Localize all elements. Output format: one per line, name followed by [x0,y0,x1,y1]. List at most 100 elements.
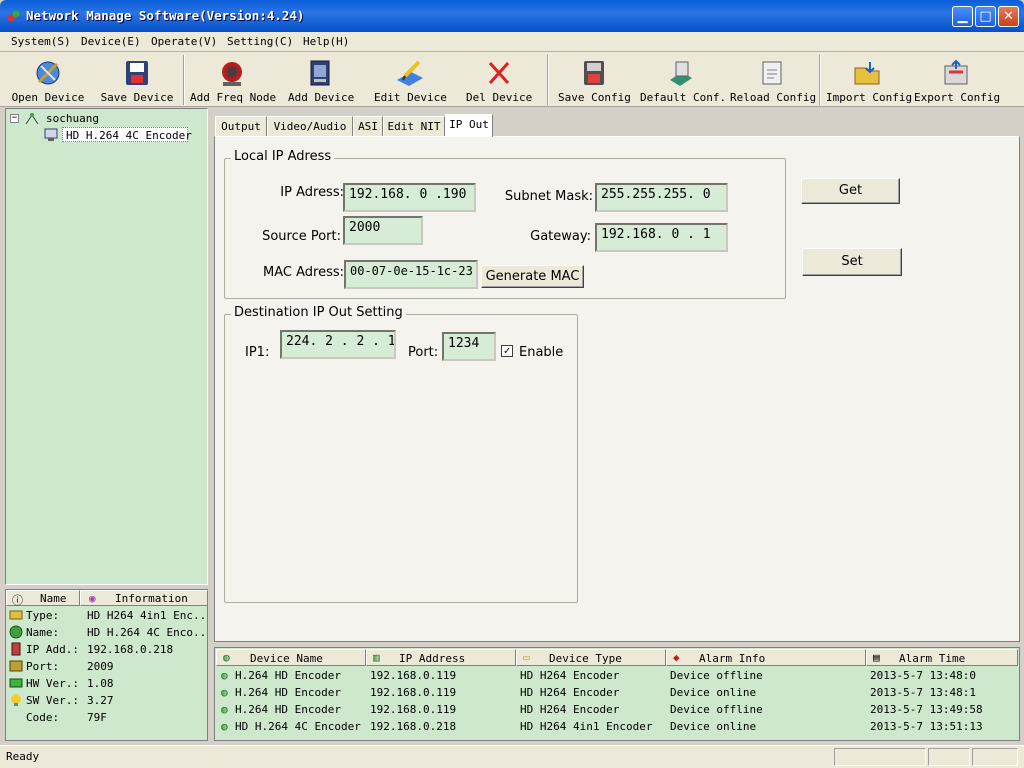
status-text: Ready [6,750,40,763]
tree-collapse-toggle[interactable]: − [10,114,19,123]
set-button[interactable]: Set [802,248,902,276]
source-port-field[interactable]: 2000 [343,216,423,245]
encoder-icon [44,128,60,142]
add-freq-node-button[interactable]: Add Freq Node [190,56,276,104]
destination-ip-group: Destination IP Out Setting IP1: 224. 2 .… [224,305,578,603]
source-port-label: Source Port: [262,229,341,244]
device-row-icon: ◍ [221,720,228,733]
gateway-field[interactable]: 192.168. 0 . 1 [595,223,728,252]
edit-device-button[interactable]: Edit Device [374,56,447,104]
status-bar: Ready [0,745,1024,768]
alarm-row[interactable]: ◍ H.264 HD Encoder 192.168.0.119 HD H264… [215,667,1019,684]
minimize-icon: ▁ [957,9,968,24]
tab-output[interactable]: Output [215,116,267,137]
tree-device-node[interactable]: HD H.264 4C Encoder [62,127,192,142]
alarm-row[interactable]: ◍ HD H.264 4C Encoder 192.168.0.218 HD H… [215,718,1019,735]
info-row-hw: HW Ver.: 1.08 [6,675,207,692]
generate-mac-button[interactable]: Generate MAC [481,265,584,288]
maximize-icon: □ [979,9,992,24]
info-row-code: Code: 79F [26,711,107,724]
enable-checkbox[interactable]: ✓ [501,345,513,357]
save-config-button[interactable]: Save Config [558,56,631,104]
minimize-button[interactable]: ▁ [952,6,973,27]
tab-edit-nit[interactable]: Edit NIT [383,116,445,137]
mac-address-label: MAC Adress: [263,265,344,280]
device-name-header-icon: ◍ [223,651,230,664]
local-ip-group: Local IP Adress IP Adress: 192.168. 0 .1… [224,149,786,299]
status-pane [928,748,970,766]
dest-port-field[interactable]: 1234 [442,332,496,361]
save-device-label: Save Device [100,91,174,104]
info-header-icon: ⓘ [12,594,23,607]
ip1-label: IP1: [245,345,270,360]
status-pane [834,748,926,766]
device-row-icon: ◍ [221,686,228,699]
info-header-information[interactable]: ◉ Information [80,590,208,606]
maximize-button[interactable]: □ [975,6,996,27]
save-device-button[interactable]: Save Device [100,56,174,104]
menu-setting[interactable]: Setting(C) [227,35,293,48]
menu-bar: System(S) Device(E) Operate(V) Setting(C… [0,32,1024,52]
add-device-button[interactable]: Add Device [288,56,354,104]
ip1-field[interactable]: 224. 2 . 2 . 1 [280,330,396,359]
export-config-button[interactable]: Export Config [914,56,1001,104]
close-button[interactable]: ✕ [998,6,1019,27]
subnet-mask-field[interactable]: 255.255.255. 0 [595,183,728,212]
info-row-ip: IP Add.: 192.168.0.218 [6,641,207,658]
menu-system[interactable]: System(S) [11,35,71,48]
del-device-button[interactable]: Del Device [466,56,532,104]
close-icon: ✕ [1003,9,1014,24]
get-button[interactable]: Get [801,178,900,204]
alarm-header-device-type[interactable]: ▭ Device Type [516,649,666,666]
alarm-list[interactable]: ◍ Device Name ▥ IP Address ▭ Device Type ◆ A… [214,647,1020,741]
info-row-type: Type: HD H264 4in1 Enc... [6,607,207,624]
ip-address-field[interactable]: 192.168. 0 .190 [343,183,476,212]
hw-icon [9,676,23,690]
menu-operate[interactable]: Operate(V) [151,35,217,48]
port-icon [9,659,23,673]
edit-device-icon [395,58,425,88]
checkmark-icon: ✓ [503,344,511,357]
device-tree[interactable]: − sochuang HD H.264 4C Encoder [5,108,208,585]
alarm-row[interactable]: ◍ H.264 HD Encoder 192.168.0.119 HD H264… [215,684,1019,701]
info-header-name[interactable]: ⓘ Name [6,590,80,607]
title-bar[interactable]: Network Manage Software(Version:4.24) ▁ … [0,0,1024,32]
menu-device[interactable]: Device(E) [81,35,141,48]
alarm-header-ip-address[interactable]: ▥ IP Address [366,649,516,666]
dest-port-label: Port: [408,345,439,360]
add-freq-node-icon [217,58,247,88]
toolbar-separator [547,55,549,105]
tab-strip: Output Video/Audio ASI Edit NIT IP Out [214,113,1020,137]
tab-video-audio[interactable]: Video/Audio [267,116,353,137]
info-row-name: Name: HD H.264 4C Enco... [6,624,207,641]
alarm-row[interactable]: ◍ H.264 HD Encoder 192.168.0.119 HD H264… [215,701,1019,718]
export-config-label: Export Config [914,91,1001,104]
default-conf-label: Default Conf. [640,91,727,104]
tree-root-node[interactable]: sochuang [46,112,99,125]
import-config-button[interactable]: Import Config [826,56,912,104]
export-config-icon [941,58,971,88]
device-type-header-icon: ▭ [523,651,530,664]
alarm-header-alarm-time[interactable]: ▤ Alarm Time [866,649,1018,666]
import-config-icon [852,58,882,88]
enable-label: Enable [519,345,564,360]
reload-config-label: Reload Config [730,91,817,104]
open-device-button[interactable]: Open Device [10,56,86,104]
clock-icon: ▤ [873,651,880,664]
alarm-header-alarm-info[interactable]: ◆ Alarm Info [666,649,866,666]
tab-asi[interactable]: ASI [353,116,383,137]
alarm-header-device-name[interactable]: ◍ Device Name [216,649,366,666]
device-row-icon: ◍ [221,669,228,682]
status-pane [972,748,1018,766]
default-conf-button[interactable]: Default Conf. [640,56,727,104]
toolbar-separator [819,55,821,105]
mac-address-field[interactable]: 00-07-0e-15-1c-23 [344,260,478,289]
tab-ip-out[interactable]: IP Out [445,114,493,137]
del-device-label: Del Device [466,91,533,104]
ip-out-page: Local IP Adress IP Adress: 192.168. 0 .1… [214,136,1020,642]
ip-header-icon: ▥ [373,651,380,664]
name-icon [9,625,23,639]
reload-config-button[interactable]: Reload Config [730,56,817,104]
subnet-mask-label: Subnet Mask: [504,189,593,204]
menu-help[interactable]: Help(H) [303,35,349,48]
